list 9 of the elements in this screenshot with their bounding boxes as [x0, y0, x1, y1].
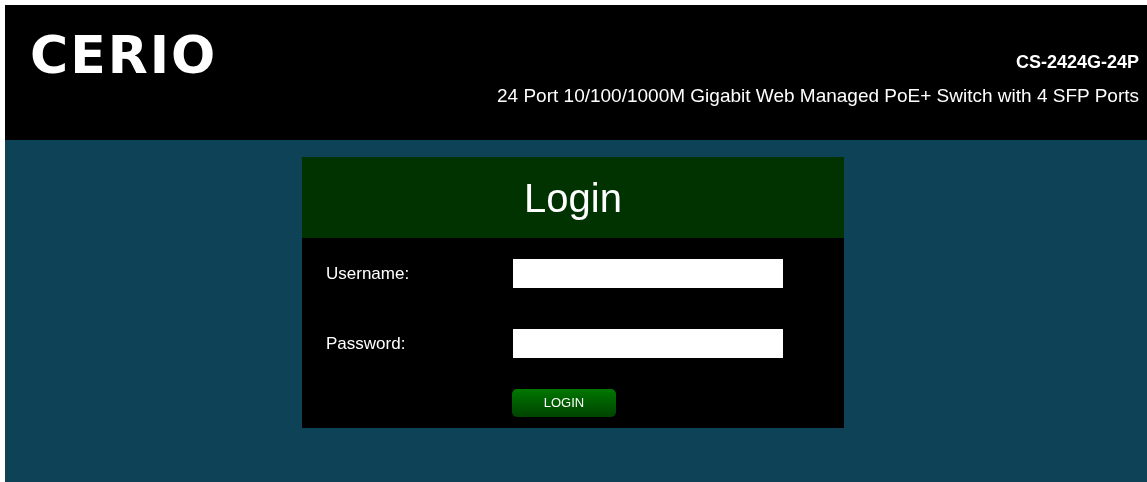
- input-field[interactable]: [513, 329, 783, 358]
- logo: CERIO: [30, 29, 218, 81]
- login-button[interactable]: LOGIN: [512, 389, 616, 417]
- field-label: Password:: [325, 332, 407, 355]
- field-label: Username:: [325, 262, 411, 285]
- product-description: 24 Port 10/100/1000M Gigabit Web Managed PoE+ Switch with 4 SFP Ports: [497, 84, 1139, 108]
- input-field[interactable]: [513, 259, 783, 288]
- login-title: Login: [524, 174, 622, 222]
- model-name: CS-2424G-24P: [1015, 51, 1139, 74]
